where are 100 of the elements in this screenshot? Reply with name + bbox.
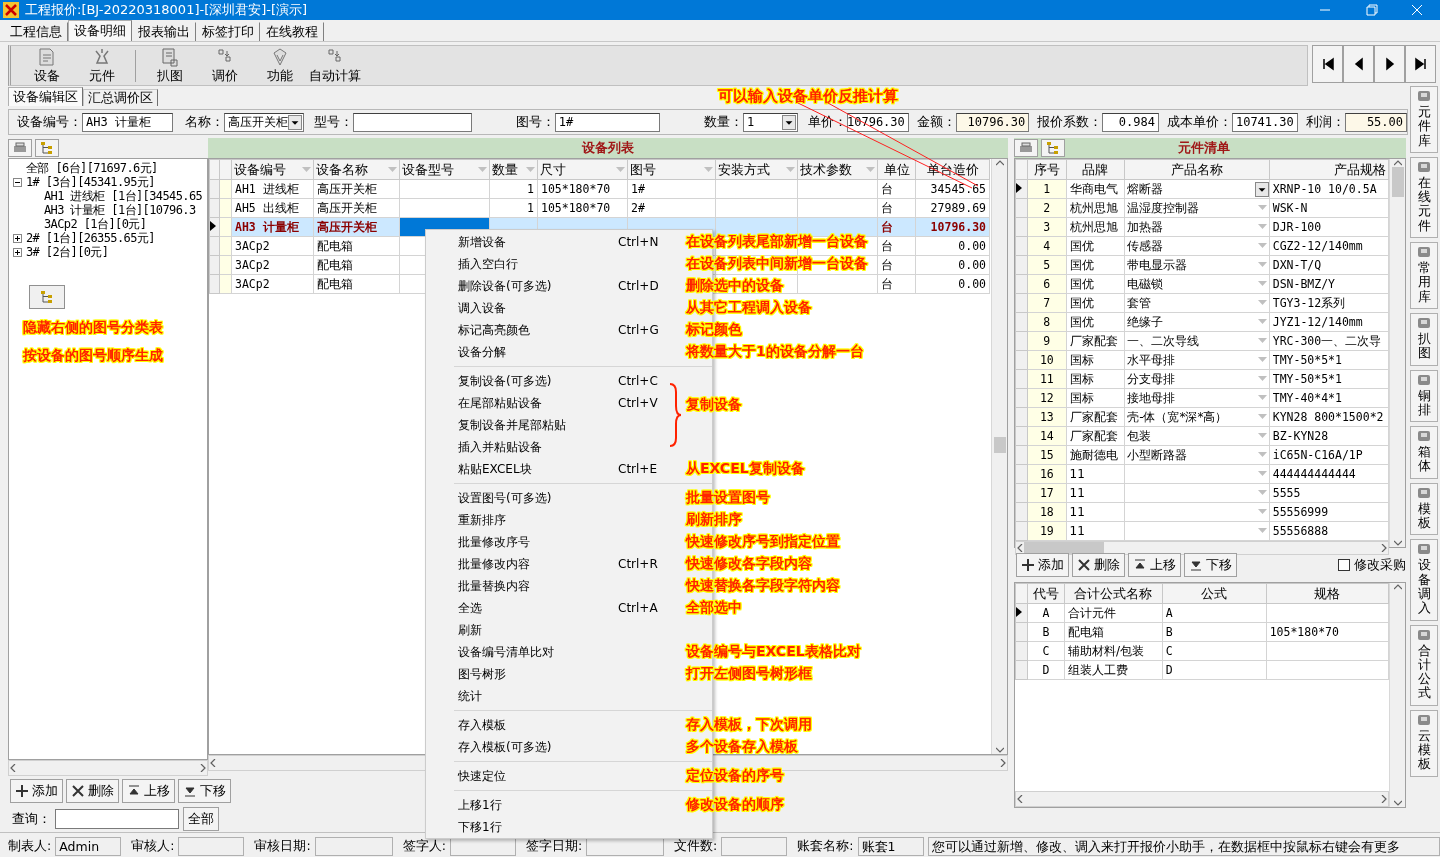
input-field[interactable]: 10796.30 — [955, 112, 1030, 132]
menu-item[interactable]: 批量修改内容 Ctrl+R — [426, 553, 664, 575]
column-header[interactable]: 安装方式 — [715, 159, 798, 180]
side-tool-button[interactable]: 元件库 — [1410, 86, 1438, 153]
column-header[interactable]: 合计公式名称 — [1064, 583, 1163, 604]
input-field[interactable]: 0.984 — [1102, 112, 1159, 132]
dropdown-button[interactable] — [1254, 181, 1269, 197]
side-tool-button[interactable]: 扒图 — [1410, 312, 1438, 366]
side-tool-button[interactable]: 在线元件 — [1410, 156, 1438, 239]
column-header[interactable]: 产品名称 — [1124, 159, 1270, 180]
tree-button[interactable] — [35, 139, 59, 157]
menu-item[interactable]: 刷新 — [426, 619, 664, 641]
menu-item[interactable]: 批量修改序号 — [426, 531, 664, 553]
side-tool-button[interactable]: 常用库 — [1410, 242, 1438, 309]
side-tool-button[interactable]: 铜排 — [1410, 369, 1438, 423]
input-field[interactable]: AH3 计量柜 — [82, 112, 174, 132]
column-header[interactable]: 公式 — [1162, 583, 1267, 604]
input-field[interactable]: 10741.30 — [1231, 112, 1298, 132]
scroll-thumb[interactable] — [1024, 542, 1104, 554]
input-field[interactable]: 55.00 — [1344, 112, 1407, 132]
tab[interactable]: 汇总调价区 — [83, 89, 158, 106]
menu-item[interactable]: 复制设备(可多选) Ctrl+C — [426, 370, 664, 392]
menu-item[interactable]: 全选 Ctrl+A — [426, 597, 664, 619]
menu-item[interactable]: 删除设备(可多选) Ctrl+D — [426, 275, 664, 297]
vertical-scrollbar[interactable] — [1389, 159, 1405, 547]
vertical-scrollbar[interactable] — [1389, 583, 1405, 807]
add-button[interactable]: 添加 — [1016, 553, 1069, 577]
menu-item[interactable]: 设备编号清单比对 — [426, 641, 664, 663]
menu-item[interactable]: 图号树形 — [426, 663, 664, 685]
side-tool-button[interactable]: 合计公式 — [1410, 624, 1438, 706]
menu-item[interactable]: 在尾部粘贴设备 Ctrl+V — [426, 392, 664, 414]
dropdown-field[interactable]: 1 — [743, 112, 798, 132]
side-tool-button[interactable]: 设备调入 — [1410, 539, 1438, 621]
menu-item[interactable]: 插入空白行 — [426, 253, 664, 275]
add-button[interactable]: 添加 — [10, 779, 63, 803]
menu-item[interactable]: 复制设备并尾部粘贴 — [426, 414, 664, 436]
tab[interactable]: 设备编辑区 — [8, 87, 83, 106]
menu-item[interactable]: 批量替换内容 — [426, 575, 664, 597]
move-down-button[interactable]: 下移 — [1184, 553, 1237, 577]
column-header[interactable]: 序号 — [1027, 159, 1067, 180]
menu-item[interactable]: 设置图号(可多选) — [426, 487, 664, 509]
column-header[interactable]: 代号 — [1027, 583, 1065, 604]
column-header[interactable]: 设备名称 — [313, 159, 400, 180]
menu-item[interactable]: 插入并粘贴设备 — [426, 436, 664, 458]
query-field[interactable] — [55, 809, 179, 829]
column-header[interactable]: 规格 — [1266, 583, 1389, 604]
menu-item[interactable]: 存入模板 — [426, 714, 664, 736]
scroll-thumb[interactable] — [993, 437, 1006, 453]
menu-item[interactable]: 重新排序 — [426, 509, 664, 531]
delete-button[interactable]: 删除 — [1072, 553, 1125, 577]
last-record-button[interactable] — [1405, 45, 1436, 83]
input-field[interactable]: 1# — [554, 112, 660, 132]
menu-item[interactable]: 下移1行 — [426, 816, 664, 838]
tree-toggle-button[interactable] — [29, 285, 65, 309]
toolbar-button[interactable]: 调价 — [197, 46, 252, 85]
toolbar-button[interactable]: 自动计算 — [307, 46, 362, 85]
column-header[interactable]: 品牌 — [1066, 159, 1125, 180]
all-button[interactable]: 全部 — [183, 807, 219, 831]
row-selector[interactable] — [1015, 603, 1028, 623]
row-selector[interactable] — [1015, 179, 1028, 199]
menu-item[interactable]: 存入模板(可多选) — [426, 736, 664, 758]
menu-item[interactable]: 调入设备 — [426, 297, 664, 319]
print-button[interactable] — [8, 139, 32, 157]
expand-icon[interactable] — [13, 233, 22, 243]
column-header[interactable]: 产品规格 — [1269, 159, 1389, 180]
tree-button[interactable] — [1041, 139, 1065, 157]
toolbar-button[interactable]: 元件 — [74, 46, 129, 85]
horizontal-scrollbar[interactable] — [1015, 541, 1389, 555]
collapse-icon[interactable] — [13, 177, 22, 187]
move-up-button[interactable]: 上移 — [122, 779, 175, 803]
column-header[interactable]: 数量 — [489, 159, 538, 180]
menu-item[interactable]: 统计 — [426, 685, 664, 707]
column-header[interactable]: 尺寸 — [537, 159, 628, 180]
toolbar-button[interactable]: 功能 — [252, 46, 307, 85]
column-header[interactable]: 设备型号 — [399, 159, 490, 180]
dropdown-field[interactable]: 高压开关柜 — [224, 112, 305, 132]
horizontal-scrollbar[interactable] — [1015, 791, 1389, 807]
first-record-button[interactable] — [1312, 45, 1343, 83]
previous-button[interactable] — [1343, 45, 1374, 83]
tab[interactable]: 设备明细 — [68, 20, 132, 41]
checkbox[interactable] — [1338, 559, 1350, 571]
menu-item[interactable]: 快速定位 — [426, 765, 664, 787]
column-header[interactable]: 单位 — [877, 159, 916, 180]
menu-item[interactable]: 标记高亮颜色 Ctrl+G — [426, 319, 664, 341]
menu-item[interactable]: 设备分解 — [426, 341, 664, 363]
side-tool-button[interactable]: 模板 — [1410, 482, 1438, 536]
move-down-button[interactable]: 下移 — [178, 779, 231, 803]
menu-item[interactable]: 粘贴EXCEL块 Ctrl+E — [426, 458, 664, 480]
move-up-button[interactable]: 上移 — [1128, 553, 1181, 577]
toolbar-button[interactable]: 设备 — [19, 46, 74, 85]
expand-icon[interactable] — [13, 247, 22, 257]
menu-item[interactable]: 上移1行 — [426, 794, 664, 816]
side-tool-button[interactable]: 箱体 — [1410, 426, 1438, 479]
input-field[interactable] — [353, 112, 472, 132]
next-button[interactable] — [1374, 45, 1405, 83]
modify-purchase-checkbox[interactable]: 修改采购 — [1338, 556, 1406, 574]
scroll-thumb[interactable] — [1391, 167, 1404, 197]
side-tool-button[interactable]: 云模板 — [1410, 709, 1438, 777]
column-header[interactable]: 设备编号 — [231, 159, 314, 180]
delete-button[interactable]: 删除 — [66, 779, 119, 803]
